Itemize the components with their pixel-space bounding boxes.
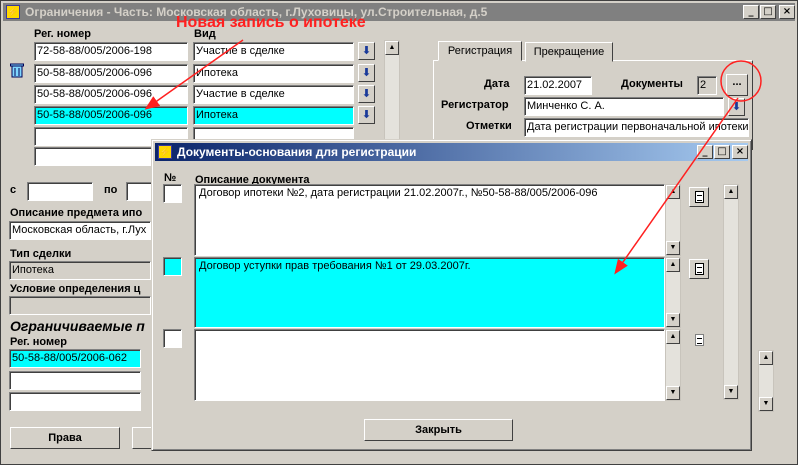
doc-2-scroll-up-icon[interactable]: ▲ [666, 258, 680, 272]
dialog-scroll-down-icon[interactable]: ▼ [724, 385, 738, 399]
minimize-button[interactable]: _ [743, 5, 759, 19]
date-field[interactable]: 21.02.2007 [524, 76, 592, 95]
trash-icon[interactable] [10, 63, 24, 78]
restricted-reg-1[interactable]: 50-58-88/005/2006-062 [9, 349, 141, 368]
grid-col-kind: Вид [194, 28, 216, 40]
close-button[interactable]: × [779, 5, 795, 19]
documents-dialog: ⚡ Документы-основания для регистрации _ … [151, 139, 752, 451]
tab-termination[interactable]: Прекращение [525, 42, 613, 62]
from-date-field[interactable] [27, 182, 93, 201]
row-1-kind[interactable]: Участие в сделке [193, 42, 354, 61]
row-3-kind[interactable]: Участие в сделке [193, 85, 354, 104]
dialog-minimize-button[interactable]: _ [697, 145, 713, 159]
doc-3-description[interactable] [194, 329, 665, 401]
from-label: с [10, 184, 17, 196]
dialog-maximize-button[interactable]: □ [714, 145, 730, 159]
dialog-scroll-up-icon[interactable]: ▲ [724, 185, 738, 199]
main-title-bar: ⚡ Ограничения - Часть: Московская област… [3, 3, 795, 21]
doc-1-scroll-down-icon[interactable]: ▼ [666, 241, 680, 255]
documents-label: Документы [621, 78, 683, 90]
deal-type-label: Тип сделки [10, 248, 72, 260]
row-1-reg[interactable]: 72-58-88/005/2006-198 [34, 42, 188, 61]
restricted-reg-3[interactable] [9, 392, 141, 411]
registrar-dropdown-icon[interactable]: ⬇ [728, 98, 745, 116]
restricted-reg-2[interactable] [9, 371, 141, 390]
app-icon: ⚡ [6, 5, 20, 19]
deal-type-field[interactable]: Ипотека [9, 261, 151, 280]
row-1-dropdown-icon[interactable]: ⬇ [358, 42, 375, 60]
dialog-col-no: № [164, 172, 177, 184]
dialog-title: Документы-основания для регистрации [177, 145, 417, 159]
subject-field[interactable]: Московская область, г.Лух [9, 221, 151, 240]
doc-2-checkbox[interactable] [163, 257, 182, 276]
doc-1-scrollbar[interactable]: ▲ ▼ [665, 184, 681, 256]
main-right-scrollbar[interactable]: ▲ ▼ [758, 350, 774, 412]
row-4-reg[interactable]: 50-58-88/005/2006-096 [34, 106, 188, 125]
registrar-field[interactable]: Минченко С. А. [524, 97, 724, 116]
doc-1-description[interactable]: Договор ипотеки №2, дата регистрации 21.… [194, 184, 665, 256]
dialog-app-icon: ⚡ [158, 145, 172, 159]
row-4-kind[interactable]: Ипотека [193, 106, 354, 125]
doc-1-checkbox[interactable] [163, 184, 182, 203]
doc-2-scroll-down-icon[interactable]: ▼ [666, 313, 680, 327]
notes-label: Отметки [466, 120, 512, 132]
main-scroll-up-icon[interactable]: ▲ [759, 351, 773, 365]
doc-1-scroll-up-icon[interactable]: ▲ [666, 185, 680, 199]
to-date-field[interactable] [126, 182, 152, 201]
doc-3-scroll-down-icon[interactable]: ▼ [666, 386, 680, 400]
doc-2-file-icon[interactable] [689, 259, 709, 279]
dialog-close-main-button[interactable]: Закрыть [364, 419, 513, 441]
dialog-title-bar: ⚡ Документы-основания для регистрации _ … [155, 143, 748, 161]
to-label: по [104, 184, 118, 196]
scroll-up-icon[interactable]: ▲ [385, 41, 399, 55]
documents-count: 2 [697, 76, 717, 95]
partial-button[interactable] [132, 427, 152, 449]
restricted-label: Ограничиваемые п [10, 318, 145, 334]
subject-label: Описание предмета ипо [10, 207, 143, 219]
dialog-scrollbar[interactable]: ▲ ▼ [723, 184, 739, 400]
grid-col-reg: Рег. номер [34, 28, 91, 40]
documents-browse-button[interactable]: ... [726, 74, 748, 96]
row-2-kind[interactable]: Ипотека [193, 64, 354, 83]
main-scroll-down-icon[interactable]: ▼ [759, 397, 773, 411]
condition-field[interactable] [9, 296, 151, 315]
tab-registration[interactable]: Регистрация [438, 41, 522, 61]
maximize-button[interactable]: □ [760, 5, 776, 19]
restricted-reg-label: Рег. номер [10, 336, 67, 348]
condition-label: Условие определения ц [10, 283, 141, 295]
doc-3-scroll-up-icon[interactable]: ▲ [666, 330, 680, 344]
doc-3-file-icon[interactable] [689, 330, 709, 350]
grid-scrollbar[interactable]: ▲ [384, 40, 400, 145]
doc-2-scrollbar[interactable]: ▲ ▼ [665, 257, 681, 328]
rights-button[interactable]: Права [10, 427, 120, 449]
row-3-reg[interactable]: 50-58-88/005/2006-096 [34, 85, 188, 104]
row-2-reg[interactable]: 50-58-88/005/2006-096 [34, 64, 188, 83]
registrar-label: Регистратор [441, 99, 509, 111]
row-2-dropdown-icon[interactable]: ⬇ [358, 64, 375, 82]
row-3-dropdown-icon[interactable]: ⬇ [358, 85, 375, 103]
row-4-dropdown-icon[interactable]: ⬇ [358, 106, 375, 124]
date-label: Дата [484, 78, 510, 90]
notes-field[interactable]: Дата регистрации первоначальной ипотеки [524, 118, 749, 137]
doc-1-file-icon[interactable] [689, 187, 709, 207]
doc-3-scrollbar[interactable]: ▲ ▼ [665, 329, 681, 401]
dialog-close-button[interactable]: × [732, 145, 748, 159]
doc-2-description[interactable]: Договор уступки прав требования №1 от 29… [194, 257, 665, 328]
doc-3-checkbox[interactable] [163, 329, 182, 348]
